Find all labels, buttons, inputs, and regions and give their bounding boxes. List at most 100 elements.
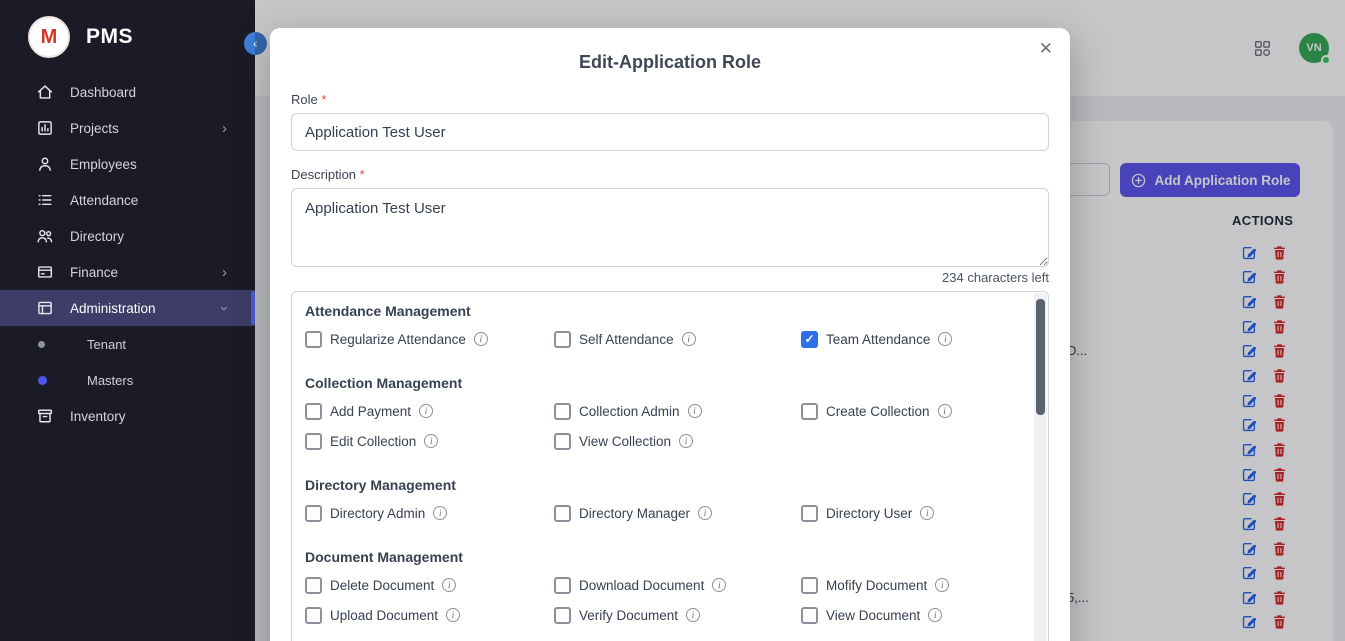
- sidebar-item-directory[interactable]: Directory: [0, 218, 255, 254]
- sidebar-nav: Dashboard Projects› Employees Attendance Dir…: [0, 74, 255, 434]
- role-label-text: Role: [291, 92, 318, 107]
- checkbox-unchecked[interactable]: [305, 505, 322, 522]
- permission-item-create-collection[interactable]: Create Collection i: [801, 396, 1033, 426]
- permission-item-collection-admin[interactable]: Collection Admini: [554, 396, 801, 426]
- permission-item-directory-admin[interactable]: Directory Admin i: [305, 498, 554, 528]
- checkbox-unchecked[interactable]: [554, 433, 571, 450]
- attendance-icon: [36, 191, 54, 209]
- required-asterisk: *: [360, 167, 365, 182]
- permission-item-view-collection[interactable]: View Collectioni: [554, 426, 801, 456]
- checkbox-unchecked[interactable]: [554, 505, 571, 522]
- edit-application-role-modal: Edit-Application Role ✕ Role * Descripti…: [270, 28, 1070, 641]
- checkbox-unchecked[interactable]: [554, 403, 571, 420]
- checkbox-unchecked[interactable]: [801, 607, 818, 624]
- sidebar-item-finance[interactable]: Finance ›: [0, 254, 255, 290]
- close-icon: ✕: [1039, 39, 1053, 58]
- permission-label: Create Collection: [826, 404, 930, 419]
- description-label: Description *: [291, 167, 1049, 182]
- checkbox-unchecked[interactable]: [554, 577, 571, 594]
- sidebar-item-attendance[interactable]: Attendance: [0, 182, 255, 218]
- scrollbar-thumb[interactable]: [1036, 299, 1045, 415]
- checkbox-unchecked[interactable]: [554, 331, 571, 348]
- role-input[interactable]: [291, 113, 1049, 151]
- checkbox-unchecked[interactable]: [305, 433, 322, 450]
- permission-label: View Collection: [579, 434, 671, 449]
- checkbox-unchecked[interactable]: [801, 577, 818, 594]
- permission-item-directory-manager[interactable]: Directory Manageri: [554, 498, 801, 528]
- info-icon: i: [686, 608, 700, 622]
- sidebar-item-employees[interactable]: Employees: [0, 146, 255, 182]
- chevron-down-icon: ›: [217, 306, 232, 311]
- permission-item-delete-document[interactable]: Delete Documenti: [305, 570, 554, 600]
- sidebar-item-label: Finance: [70, 265, 118, 280]
- checkbox-unchecked[interactable]: [305, 607, 322, 624]
- checkbox-checked[interactable]: ✓: [801, 331, 818, 348]
- sidebar-subitem-tenant[interactable]: Tenant: [0, 326, 255, 362]
- administration-icon: [36, 299, 54, 317]
- characters-left: 234 characters left: [291, 270, 1049, 285]
- info-icon: i: [433, 506, 447, 520]
- sidebar-item-dashboard[interactable]: Dashboard: [0, 74, 255, 110]
- close-button[interactable]: ✕: [1039, 39, 1053, 59]
- employee-icon: [36, 155, 54, 173]
- sidebar-item-label: Administration: [70, 301, 156, 316]
- permission-item-add-payment[interactable]: Add Paymenti: [305, 396, 554, 426]
- sidebar-subitem-masters[interactable]: Masters: [0, 362, 255, 398]
- sidebar-item-inventory[interactable]: Inventory: [0, 398, 255, 434]
- info-icon: i: [442, 578, 456, 592]
- permission-item-view-document[interactable]: View Documenti: [801, 600, 1033, 630]
- logo-icon: M: [28, 16, 70, 58]
- directory-icon: [36, 227, 54, 245]
- sidebar-subitem-label: Tenant: [87, 337, 126, 352]
- permission-item-team-attendance[interactable]: ✓Team Attendancei: [801, 324, 1033, 354]
- chevron-right-icon: ›: [222, 265, 227, 280]
- permission-item-regularize-attendance[interactable]: Regularize Attendancei: [305, 324, 554, 354]
- sidebar-item-label: Dashboard: [70, 85, 136, 100]
- permission-label: Edit Collection: [330, 434, 416, 449]
- scrollbar[interactable]: [1034, 293, 1047, 641]
- required-asterisk: *: [321, 92, 326, 107]
- app-name: PMS: [86, 25, 133, 49]
- checkbox-unchecked[interactable]: [305, 403, 322, 420]
- info-icon: i: [712, 578, 726, 592]
- permission-item-edit-collection[interactable]: Edit Collection i: [305, 426, 554, 456]
- checkbox-unchecked[interactable]: [554, 607, 571, 624]
- sidebar: M PMS Dashboard Projects› Employees Attenda…: [0, 0, 255, 641]
- info-icon: i: [698, 506, 712, 520]
- permission-group-title: Document Management: [305, 548, 1033, 566]
- permission-group-title: Collection Management: [305, 374, 1033, 392]
- permission-item-mofify-document[interactable]: Mofify Documenti: [801, 570, 1033, 600]
- description-textarea[interactable]: Application Test User: [291, 188, 1049, 267]
- permission-group-title: Directory Management: [305, 476, 1033, 494]
- bullet-icon: [38, 376, 47, 385]
- permission-item-upload-document[interactable]: Upload Documenti: [305, 600, 554, 630]
- checkbox-unchecked[interactable]: [305, 331, 322, 348]
- permission-item-self-attendance[interactable]: Self Attendancei: [554, 324, 801, 354]
- checkbox-unchecked[interactable]: [801, 505, 818, 522]
- permission-label: Directory Admin: [330, 506, 425, 521]
- info-icon: i: [920, 506, 934, 520]
- sidebar-item-label: Attendance: [70, 193, 138, 208]
- permission-label: Directory User: [826, 506, 912, 521]
- sidebar-item-label: Employees: [70, 157, 137, 172]
- info-icon: i: [938, 404, 952, 418]
- permission-label: Download Document: [579, 578, 704, 593]
- permission-item-verify-document[interactable]: Verify Documenti: [554, 600, 801, 630]
- checkbox-unchecked[interactable]: [801, 403, 818, 420]
- checkbox-unchecked[interactable]: [305, 577, 322, 594]
- finance-icon: [36, 263, 54, 281]
- info-icon: i: [424, 434, 438, 448]
- sidebar-item-projects[interactable]: Projects›: [0, 110, 255, 146]
- permission-item-directory-user[interactable]: Directory User i: [801, 498, 1033, 528]
- modal-title: Edit-Application Role: [270, 28, 1070, 74]
- permission-item-download-document[interactable]: Download Document i: [554, 570, 801, 600]
- projects-icon: [36, 119, 54, 137]
- sidebar-item-label: Directory: [70, 229, 124, 244]
- permission-label: Team Attendance: [826, 332, 930, 347]
- sidebar-item-administration[interactable]: Administration ›: [0, 290, 255, 326]
- info-icon: i: [419, 404, 433, 418]
- app-logo: M PMS: [0, 0, 255, 68]
- sidebar-subitem-label: Masters: [87, 373, 133, 388]
- permission-grid: Directory AdminiDirectory ManageriDirect…: [305, 498, 1033, 528]
- home-icon: [36, 83, 54, 101]
